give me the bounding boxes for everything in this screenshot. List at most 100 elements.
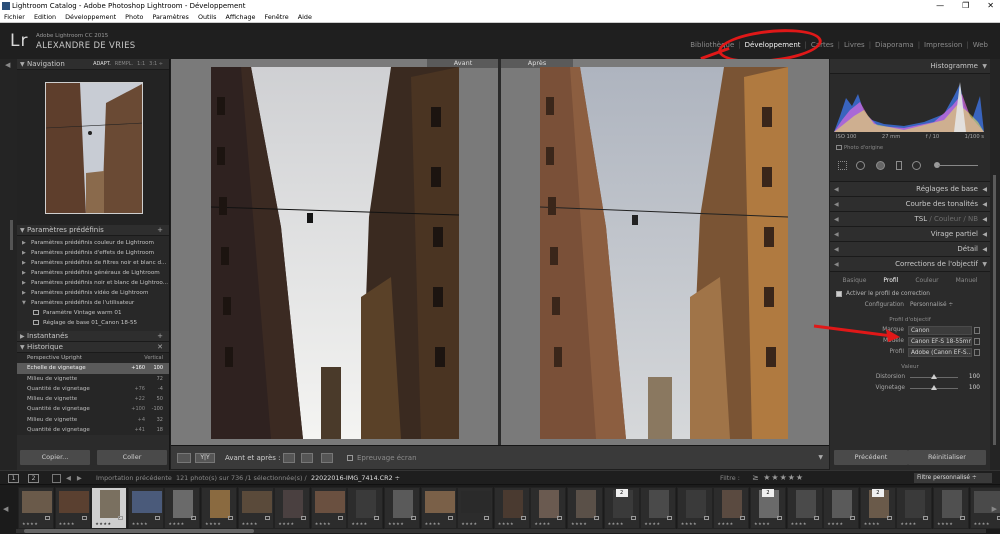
history-row[interactable]: Milieu de vignette +22 50 <box>17 394 169 404</box>
snapshots-header[interactable]: ▶ Instantanés + <box>17 331 169 342</box>
spot-removal-icon[interactable] <box>856 161 865 170</box>
navigator-header[interactable]: ▼ Navigation ADAPT. REMPL. 1:1 3:1 ÷ <box>17 59 169 70</box>
filmstrip-thumbnail[interactable]: ★★★★ 2 <box>859 487 896 529</box>
vignetting-value[interactable]: 100 <box>969 383 980 394</box>
toolbar-menu-icon[interactable]: ▼ <box>818 454 823 461</box>
minimize-icon[interactable]: — <box>936 0 944 12</box>
preset-item[interactable]: Réglage de base 01_Canon 18-55 <box>17 318 169 328</box>
filmstrip-thumbnail[interactable]: ★★★★ <box>237 487 274 529</box>
zoom-fill[interactable]: REMPL. <box>115 59 133 70</box>
collapse-left-icon[interactable]: ◀ <box>5 61 10 69</box>
tab-manual[interactable]: Manuel <box>956 272 978 289</box>
history-header[interactable]: ▼ Historique ✕ <box>17 342 169 353</box>
module-bibliotheque[interactable]: Bibliothèque <box>686 41 738 49</box>
filmstrip-source[interactable]: Importation précédente <box>96 471 172 485</box>
original-photo-toggle[interactable]: Photo d'origine <box>836 145 883 151</box>
preset-folder[interactable]: ▶ Paramètres prédéfinis vidéo de Lightroo… <box>17 288 169 298</box>
profile-dropdown-icon[interactable] <box>974 349 980 356</box>
vignetting-slider-knob[interactable] <box>931 385 937 390</box>
filmstrip-thumbnail[interactable]: ★★★★ <box>310 487 347 529</box>
reset-button[interactable]: Réinitialiser <box>908 450 986 465</box>
menu-parametres[interactable]: Paramètres <box>152 13 188 21</box>
histogram[interactable]: ISO 100 27 mm f / 10 1/100 s Photo d'ori… <box>830 74 990 152</box>
filmstrip-right-arrow-icon[interactable]: ▶ <box>992 505 997 513</box>
preset-folder-user[interactable]: ▼ Paramètres prédéfinis de l'utilisateur <box>17 298 169 308</box>
maximize-icon[interactable]: ❐ <box>962 0 969 12</box>
history-row[interactable]: Milieu de vignette +4 32 <box>17 415 169 425</box>
module-cartes[interactable]: Cartes <box>807 41 838 49</box>
page-1-button[interactable]: 1 <box>8 474 19 483</box>
menu-developpement[interactable]: Développement <box>65 13 116 21</box>
previous-button[interactable]: Précédent <box>834 450 908 465</box>
history-row[interactable]: Milieu de vignette 72 <box>17 374 169 384</box>
filmstrip-thumbnail[interactable]: ★★★★ <box>347 487 384 529</box>
preset-item[interactable]: Paramètre Vintage warm 01 <box>17 308 169 318</box>
filmstrip-thumbnail[interactable]: ★★★★ <box>420 487 457 529</box>
filmstrip-thumbnail[interactable]: ★★★★ <box>54 487 91 529</box>
tab-basic[interactable]: Basique <box>843 272 867 289</box>
preset-folder[interactable]: ▶ Paramètres prédéfinis noir et blanc de … <box>17 278 169 288</box>
before-after-mode-icon[interactable]: Y|Y <box>195 453 215 463</box>
filmstrip-thumbnail[interactable]: ★★★★ <box>786 487 823 529</box>
after-image[interactable] <box>540 67 788 439</box>
lens-corrections-header[interactable]: ◀ Corrections de l'objectif ▼ <box>830 257 990 272</box>
tab-color[interactable]: Couleur <box>915 272 938 289</box>
crop-icon[interactable] <box>838 161 847 170</box>
preset-folder[interactable]: ▶ Paramètres prédéfinis couleur de Lightr… <box>17 238 169 248</box>
preset-folder[interactable]: ▶ Paramètres prédéfinis de filtres noir e… <box>17 258 169 268</box>
navigator-preview[interactable] <box>17 70 169 225</box>
tool-slider[interactable] <box>938 165 978 166</box>
split-toning-header[interactable]: ◀ Virage partiel ◀ <box>830 227 990 242</box>
red-eye-icon[interactable] <box>876 161 885 170</box>
radial-filter-icon[interactable] <box>912 161 921 170</box>
left-panel-edge[interactable]: ◀ <box>0 59 17 470</box>
detail-header[interactable]: ◀ Détail ◀ <box>830 242 990 257</box>
bw-tab[interactable]: NB <box>968 215 978 223</box>
filmstrip-thumbnail[interactable]: ★★★★ <box>896 487 933 529</box>
filmstrip-thumbnail[interactable]: ★★★★ <box>384 487 420 529</box>
page-2-button[interactable]: 2 <box>28 474 39 483</box>
add-preset-icon[interactable]: + <box>157 225 163 236</box>
filmstrip-scrollbar[interactable] <box>16 529 986 533</box>
filmstrip-thumbnail[interactable]: ★★★★ <box>18 487 54 529</box>
filmstrip-thumbnail[interactable]: ★★★★ <box>933 487 969 529</box>
histogram-header[interactable]: Histogramme ▼ <box>830 59 990 74</box>
distortion-value[interactable]: 100 <box>969 372 980 383</box>
menu-photo[interactable]: Photo <box>125 13 143 21</box>
soft-proofing-checkbox[interactable] <box>347 455 353 461</box>
tone-curve-header[interactable]: ◀ Courbe des tonalités ◀ <box>830 197 990 212</box>
make-select[interactable]: Canon <box>908 326 972 335</box>
hsl-tab[interactable]: TSL <box>914 215 927 223</box>
zoom-fit[interactable]: ADAPT. <box>93 59 111 70</box>
star-filter[interactable]: ≥ ★★★★★ <box>752 471 804 485</box>
add-snapshot-icon[interactable]: + <box>157 331 163 342</box>
filmstrip-thumbnail[interactable]: ★★★★ <box>274 487 311 529</box>
menu-outils[interactable]: Outils <box>198 13 216 21</box>
filmstrip-thumbnail[interactable]: ★★★★ <box>164 487 201 529</box>
grid-view-icon[interactable] <box>52 474 61 483</box>
module-developpement[interactable]: Développement <box>741 41 805 49</box>
filmstrip-thumbnail[interactable]: ★★★★ <box>713 487 750 529</box>
filmstrip-thumbnail[interactable]: ★★★★ 2 <box>603 487 640 529</box>
distortion-slider-knob[interactable] <box>931 374 937 379</box>
filmstrip-thumbnail[interactable]: ★★★★ <box>201 487 237 529</box>
filmstrip-thumbnail[interactable]: ★★★★ <box>640 487 677 529</box>
model-select[interactable]: Canon EF-S 18-55mm... <box>908 337 972 346</box>
graduated-filter-icon[interactable] <box>896 161 902 170</box>
presets-header[interactable]: ▼ Paramètres prédéfinis + <box>17 225 169 236</box>
history-row[interactable]: Quantité de vignetage +41 18 <box>17 425 169 435</box>
enable-profile-checkbox[interactable] <box>836 291 842 297</box>
filmstrip-thumbnail[interactable]: ★★★★ <box>567 487 603 529</box>
color-tab[interactable]: Couleur <box>934 215 961 223</box>
config-select[interactable]: Personnalisé ÷ <box>908 301 972 310</box>
zoom-1-1[interactable]: 1:1 <box>137 59 145 70</box>
filmstrip-thumbnail[interactable]: ★★★★ <box>91 487 128 529</box>
model-dropdown-icon[interactable] <box>974 338 980 345</box>
menu-edition[interactable]: Edition <box>34 13 56 21</box>
current-file-name[interactable]: 22022016-IMG_7414.CR2 ÷ <box>311 471 400 485</box>
copy-after-to-before-icon[interactable] <box>321 453 333 463</box>
preset-folder[interactable]: ▶ Paramètres prédéfinis d'effets de Light… <box>17 248 169 258</box>
navigation-arrows-icon[interactable]: ◀▶ <box>66 471 88 485</box>
history-row[interactable]: Quantité de vignetage +100 -100 <box>17 404 169 414</box>
menu-aide[interactable]: Aide <box>298 13 312 21</box>
